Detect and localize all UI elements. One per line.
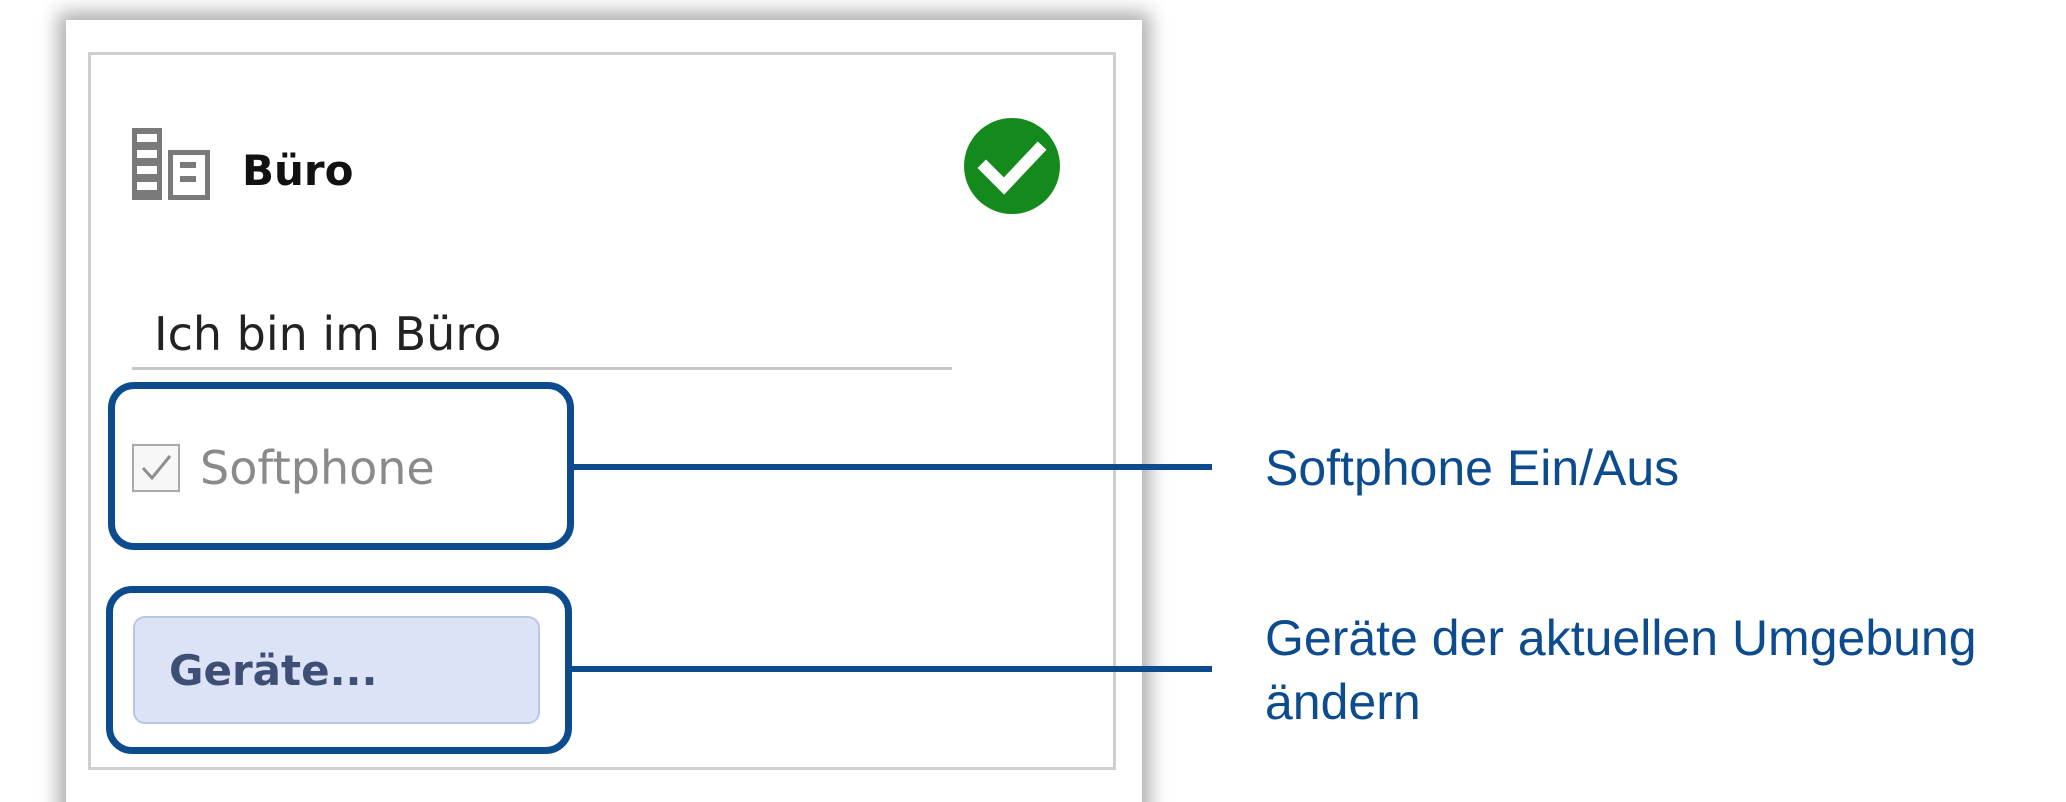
softphone-callout: Softphone Ein/Aus: [1265, 440, 1680, 496]
devices-callout-line1: Geräte der aktuellen Umgebung: [1265, 610, 1977, 666]
devices-highlight-frame: [106, 586, 572, 754]
screenshot-stage: Büro Softphone Geräte... Softphone Ein/A…: [0, 0, 2066, 802]
softphone-highlight-frame: [108, 382, 574, 550]
softphone-leader-line: [572, 464, 1212, 470]
office-building-icon: [132, 128, 212, 200]
devices-leader-line: [570, 666, 1212, 672]
devices-callout: Geräte der aktuellen Umgebung ändern: [1265, 606, 1977, 734]
status-text-input[interactable]: [132, 300, 952, 370]
devices-callout-line2: ändern: [1265, 674, 1421, 730]
environment-title: Büro: [242, 146, 354, 195]
green-checkmark-icon: [962, 116, 1062, 216]
